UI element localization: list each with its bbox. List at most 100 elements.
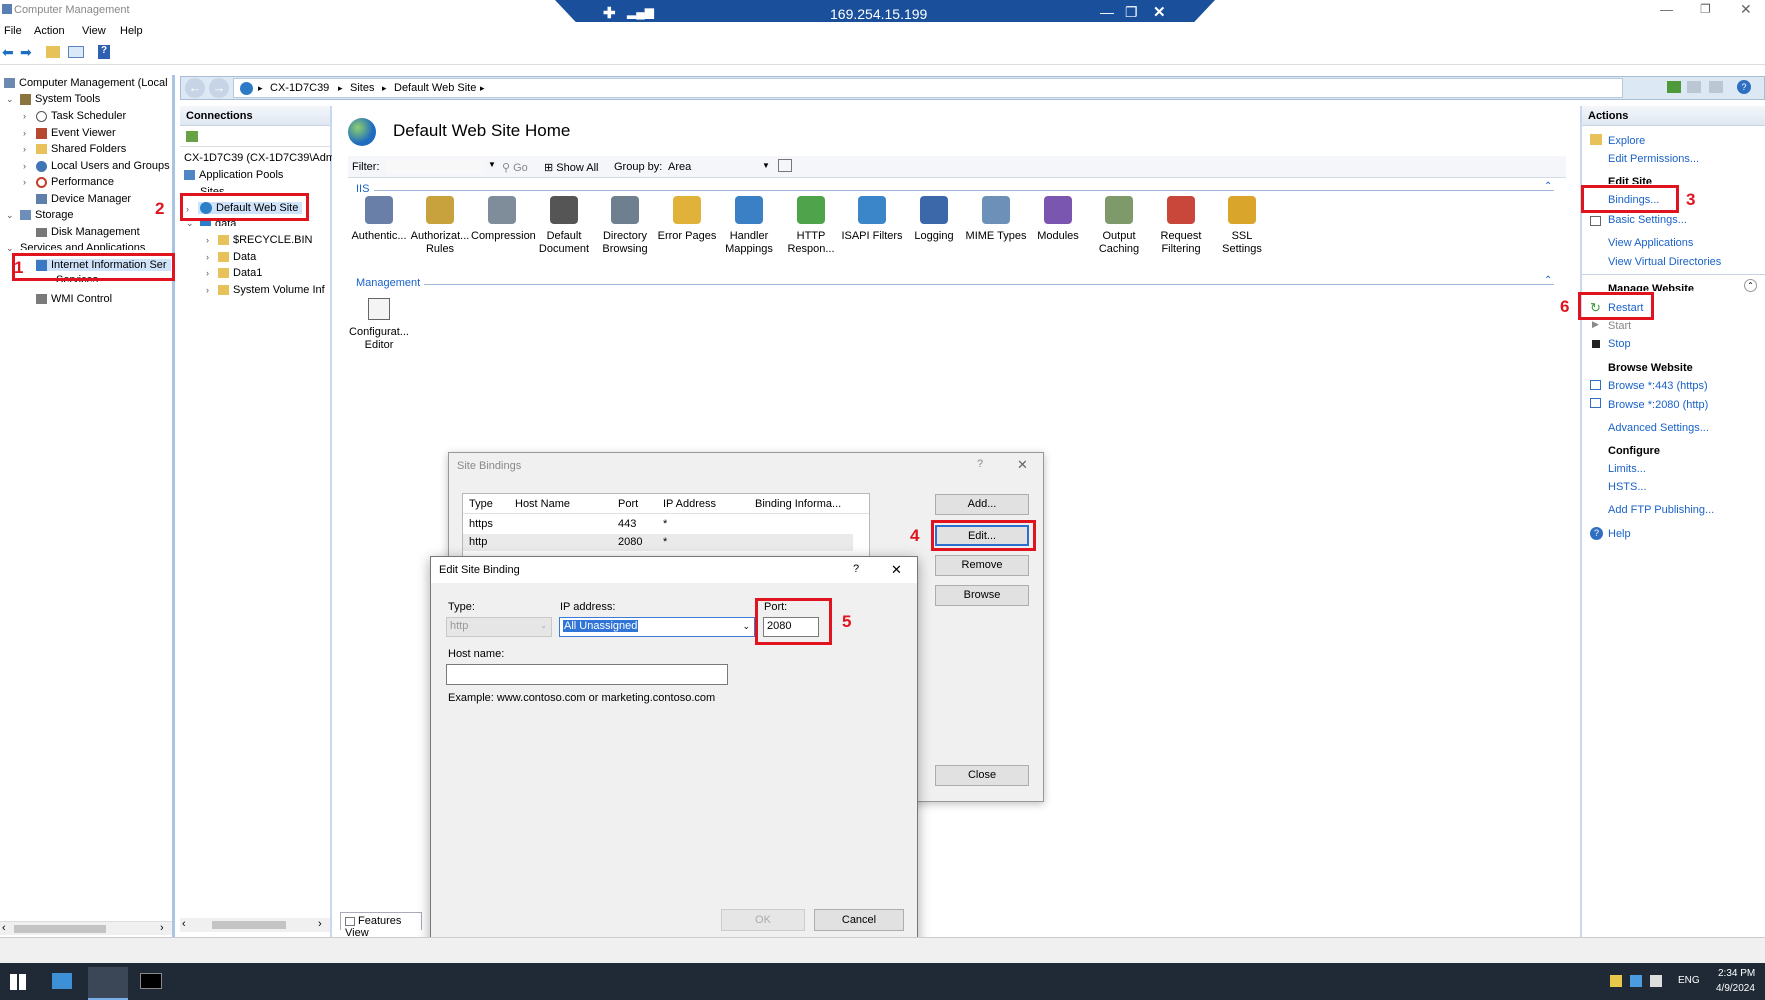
create-connection-icon[interactable] [186, 131, 198, 142]
close-icon[interactable]: ✕ [1740, 1, 1752, 18]
feature-authorization-rules[interactable]: Authorizat... Rules [409, 196, 471, 256]
action-browse-2080[interactable]: Browse *:2080 (http) [1608, 399, 1708, 411]
tree-horizontal-scrollbar[interactable]: ‹ › [0, 921, 172, 935]
help-dropdown-icon[interactable]: ? [1737, 80, 1751, 94]
collapse-iis-icon[interactable]: ⌃ [1544, 181, 1552, 192]
features-view-tab[interactable]: Features View [340, 912, 422, 939]
tree-disk-management[interactable]: Disk Management [36, 226, 140, 238]
computer-management-taskbar-icon[interactable] [88, 967, 128, 1000]
show-all-button[interactable]: ⊞ Show All [544, 161, 598, 174]
connections-scrollbar[interactable]: ‹ › [180, 918, 330, 932]
group-dropdown-icon[interactable]: ▼ [762, 161, 770, 170]
feature-ssl-settings[interactable]: SSL Settings [1211, 196, 1273, 256]
console-tree-icon[interactable] [68, 46, 84, 58]
conn-app-pools[interactable]: Application Pools [184, 169, 283, 181]
edit-binding-close-icon[interactable]: ✕ [891, 562, 902, 578]
host-name-input[interactable] [446, 664, 728, 685]
conn-server[interactable]: CX-1D7C39 (CX-1D7C39\Adm [184, 152, 332, 164]
action-limits[interactable]: Limits... [1608, 463, 1646, 475]
feature-compression[interactable]: Compression [471, 196, 536, 243]
action-basic-settings[interactable]: Basic Settings... [1608, 214, 1687, 226]
rdp-close-icon[interactable]: ✕ [1153, 3, 1166, 21]
action-view-applications[interactable]: View Applications [1608, 237, 1693, 249]
minimize-icon[interactable]: — [1660, 2, 1673, 17]
conn-data1[interactable]: Data1 [218, 267, 262, 279]
cmd-taskbar-icon[interactable] [140, 973, 162, 989]
feature-handler-mappings[interactable]: Handler Mappings [718, 196, 780, 256]
explorer-taskbar-icon[interactable] [52, 973, 72, 989]
tree-wmi[interactable]: WMI Control [36, 293, 112, 305]
feature-configuration-editor[interactable]: Configurat... Editor [348, 298, 410, 352]
group-by-select[interactable]: Area [668, 161, 758, 173]
tree-task-scheduler[interactable]: Task Scheduler [36, 110, 126, 122]
menu-file[interactable]: File [4, 25, 22, 37]
action-view-vdirs[interactable]: View Virtual Directories [1608, 256, 1721, 268]
edit-binding-help-icon[interactable]: ? [853, 563, 859, 575]
site-bindings-help-icon[interactable]: ? [977, 458, 983, 470]
conn-sites[interactable]: Sites [200, 186, 224, 192]
menu-action[interactable]: Action [34, 25, 65, 37]
close-bindings-button[interactable]: Close [935, 765, 1029, 786]
action-start[interactable]: Start [1608, 320, 1631, 332]
browse-binding-button[interactable]: Browse [935, 585, 1029, 606]
feature-error-pages[interactable]: Error Pages [656, 196, 718, 243]
cancel-button[interactable]: Cancel [814, 909, 904, 931]
ip-dropdown-icon[interactable]: ⌄ [742, 621, 750, 632]
feature-output-caching[interactable]: Output Caching [1088, 196, 1150, 256]
tree-storage[interactable]: Storage [20, 209, 74, 221]
tree-performance[interactable]: Performance [36, 176, 114, 188]
tray-icons[interactable] [1610, 975, 1672, 987]
conn-recycle[interactable]: $RECYCLE.BIN [218, 234, 312, 246]
feature-default-document[interactable]: Default Document [533, 196, 595, 256]
feature-request-filtering[interactable]: Request Filtering [1150, 196, 1212, 256]
help-icon[interactable]: ? [98, 45, 110, 59]
breadcrumb-server[interactable]: CX-1D7C39 [270, 82, 329, 94]
pin-icon[interactable]: ✚ [603, 4, 616, 22]
table-row[interactable]: http 2080 * [463, 534, 853, 551]
rdp-restore-icon[interactable]: ❐ [1125, 4, 1138, 21]
feature-modules[interactable]: Modules [1027, 196, 1089, 243]
add-binding-button[interactable]: Add... [935, 494, 1029, 515]
ip-address-select[interactable]: All Unassigned ⌄ [559, 617, 755, 637]
rdp-minimize-icon[interactable]: — [1100, 4, 1114, 20]
stop-icon[interactable] [1687, 81, 1701, 93]
action-stop[interactable]: Stop [1608, 338, 1631, 350]
action-help[interactable]: Help [1608, 528, 1631, 540]
back-arrow-icon[interactable]: ⬅ [2, 44, 14, 61]
ok-button[interactable]: OK [721, 909, 805, 931]
action-edit-permissions[interactable]: Edit Permissions... [1608, 153, 1699, 165]
iis-back-icon[interactable]: ← [185, 78, 205, 98]
table-row[interactable]: https 443 * [463, 516, 853, 533]
collapse-manage-icon[interactable]: ⌃ [1744, 279, 1757, 292]
refresh-icon[interactable] [1667, 81, 1681, 93]
site-bindings-close-icon[interactable]: ✕ [1017, 457, 1028, 473]
view-mode-icon[interactable] [778, 159, 792, 172]
action-browse-443[interactable]: Browse *:443 (https) [1608, 380, 1708, 392]
action-hsts[interactable]: HSTS... [1608, 481, 1647, 493]
maximize-icon[interactable]: ❐ [1700, 2, 1711, 16]
filter-input[interactable] [386, 159, 484, 174]
feature-directory-browsing[interactable]: Directory Browsing [594, 196, 656, 256]
tree-services-apps[interactable]: Services and Applications [20, 242, 145, 250]
tree-system-tools[interactable]: System Tools [20, 93, 100, 105]
forward-arrow-icon[interactable]: ➡ [20, 44, 32, 61]
tree-root[interactable]: Computer Management (Local [4, 77, 168, 89]
menu-view[interactable]: View [82, 25, 106, 37]
folder-up-icon[interactable] [46, 46, 60, 58]
iis-forward-icon[interactable]: → [209, 78, 229, 98]
conn-data[interactable]: Data [218, 251, 256, 263]
feature-http-response[interactable]: HTTP Respon... [780, 196, 842, 256]
feature-isapi-filters[interactable]: ISAPI Filters [841, 196, 903, 243]
collapse-management-icon[interactable]: ⌃ [1544, 275, 1552, 286]
tree-shared-folders[interactable]: Shared Folders [36, 143, 126, 155]
remove-binding-button[interactable]: Remove [935, 555, 1029, 576]
start-windows-icon[interactable] [10, 974, 26, 990]
filter-dropdown-icon[interactable]: ▼ [488, 160, 496, 169]
tree-local-users[interactable]: Local Users and Groups [36, 160, 170, 172]
breadcrumb-sites[interactable]: Sites [350, 82, 374, 94]
home-icon[interactable] [1709, 81, 1723, 93]
language-indicator[interactable]: ENG [1678, 975, 1700, 986]
clock-time[interactable]: 2:34 PM [1718, 968, 1755, 979]
action-add-ftp[interactable]: Add FTP Publishing... [1608, 504, 1714, 516]
tree-device-manager[interactable]: Device Manager [36, 193, 131, 205]
